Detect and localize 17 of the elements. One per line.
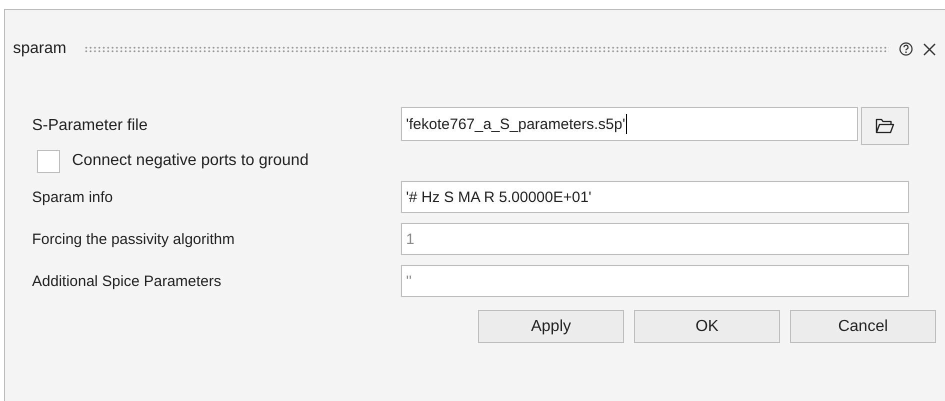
checkbox[interactable] <box>37 150 60 172</box>
dialog-button[interactable]: Apply <box>478 310 624 343</box>
field-label: Sparam info <box>32 188 114 206</box>
dialog-button[interactable]: Cancel <box>790 310 936 343</box>
checkbox-label: Connect negative ports to ground <box>72 152 310 170</box>
field-label: Additional Spice Parameters <box>32 272 222 290</box>
browse-button[interactable] <box>861 107 909 145</box>
input-field[interactable]: '# Hz S MA R 5.00000E+01' <box>401 181 909 213</box>
window-title: sparam <box>13 40 66 58</box>
help-icon[interactable] <box>899 42 913 56</box>
dialog-button[interactable]: OK <box>634 310 780 343</box>
close-icon[interactable] <box>923 42 936 56</box>
folder-icon <box>875 118 895 134</box>
field-label: S-Parameter file <box>32 117 149 135</box>
input-field[interactable]: 'fekote767_a_S_parameters.s5p' <box>401 107 858 141</box>
drag-handle[interactable] <box>84 46 889 52</box>
field-label: Forcing the passivity algorithm <box>32 230 236 248</box>
